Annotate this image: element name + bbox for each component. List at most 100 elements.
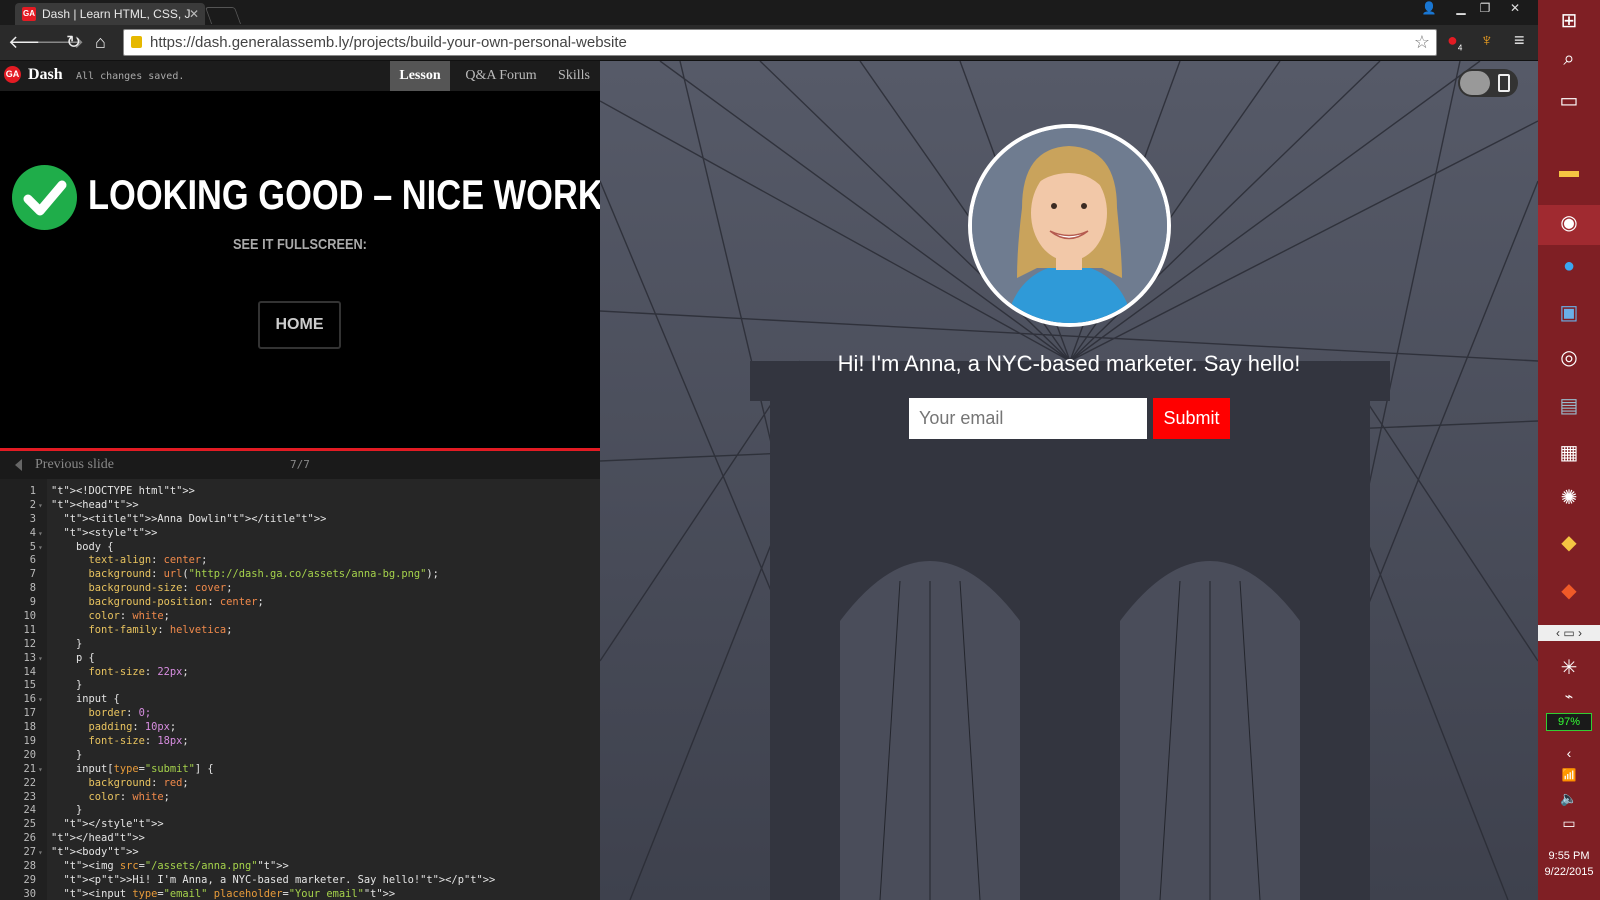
volume-icon[interactable]: 🔈: [1538, 790, 1600, 807]
restore-icon[interactable]: ❐: [1474, 0, 1496, 18]
greeting-text: Hi! I'm Anna, a NYC-based marketer. Say …: [837, 351, 1301, 376]
thunderbird-icon[interactable]: ●: [1538, 255, 1600, 278]
chrome-icon[interactable]: ◉: [1538, 205, 1600, 245]
extension-icon[interactable]: ♆: [1480, 30, 1494, 51]
tab-lesson[interactable]: Lesson: [390, 61, 450, 91]
windows-start-icon[interactable]: ⊞: [1538, 8, 1600, 33]
fold-icon[interactable]: ▾: [38, 499, 43, 513]
screen: GA Dash | Learn HTML, CSS, J ✕ 👤 ▁ ❐ ✕ 🡐…: [0, 0, 1600, 900]
notification-icon[interactable]: ▭: [1538, 815, 1600, 832]
code-line[interactable]: 14 font-size: 22px;: [0, 666, 600, 680]
code-line[interactable]: 16 ▾ input {: [0, 693, 600, 707]
previous-arrow-icon[interactable]: [15, 459, 22, 471]
adblock-extension-icon[interactable]: ●4: [1447, 30, 1462, 53]
tab-qa-forum[interactable]: Q&A Forum: [455, 61, 547, 91]
code-text: }: [51, 679, 83, 692]
app-brand[interactable]: Dash: [28, 66, 63, 84]
fold-icon[interactable]: ▾: [38, 693, 43, 707]
home-button[interactable]: HOME: [258, 301, 341, 349]
ga-logo[interactable]: GA: [4, 66, 21, 83]
code-text: "t"><head"t">>: [51, 498, 139, 511]
previous-slide-link[interactable]: Previous slide: [35, 457, 114, 473]
code-line[interactable]: 18 padding: 10px;: [0, 721, 600, 735]
chevron-left-icon[interactable]: ‹: [1538, 745, 1600, 761]
fold-icon[interactable]: ▾: [38, 541, 43, 555]
device-toggle[interactable]: [1458, 69, 1518, 97]
code-line[interactable]: 4 ▾ "t"><style"t">>: [0, 527, 600, 541]
desktop-toggle-knob[interactable]: [1460, 71, 1490, 95]
code-line[interactable]: 12 }: [0, 638, 600, 652]
fold-icon[interactable]: ▾: [38, 763, 43, 777]
task-view-icon[interactable]: ▭: [1538, 88, 1600, 113]
line-number: 30: [23, 887, 36, 900]
scroll-arrows[interactable]: ‹ ▭ ›: [1538, 625, 1600, 641]
bookmark-star-icon[interactable]: ☆: [1414, 30, 1430, 55]
windows-taskbar: ⊞ ⌕ ▭ ▬ ◉ ● ▣ ◎ ▤ ▦ ✺ ◆ ◆ ‹ ▭ › ✳ ⌁ 97% …: [1538, 0, 1600, 900]
code-editor[interactable]: 1 "t"><!DOCTYPE html"t">> 2 ▾ "t"><head"t">>…: [0, 479, 600, 900]
fold-icon[interactable]: ▾: [38, 652, 43, 666]
code-line[interactable]: 9 background-position: center;: [0, 596, 600, 610]
submit-button[interactable]: Submit: [1153, 398, 1230, 439]
browser-tab[interactable]: GA Dash | Learn HTML, CSS, J ✕: [15, 3, 205, 25]
fold-icon[interactable]: ▾: [38, 846, 43, 860]
code-line[interactable]: 10 color: white;: [0, 610, 600, 624]
code-line[interactable]: 8 background-size: cover;: [0, 582, 600, 596]
close-tab-icon[interactable]: ✕: [189, 3, 199, 25]
code-line[interactable]: 11 font-family: helvetica;: [0, 624, 600, 638]
code-text: text-align: center;: [88, 554, 208, 567]
line-number: 24: [23, 804, 36, 817]
code-line[interactable]: 28 "t"><img src="/assets/anna.png""t">>: [0, 860, 600, 874]
code-line[interactable]: 2 ▾ "t"><head"t">>: [0, 499, 600, 513]
code-line[interactable]: 23 color: white;: [0, 791, 600, 805]
reload-icon[interactable]: ↻: [66, 31, 81, 53]
search-icon[interactable]: ⌕: [1538, 48, 1600, 71]
app-icon[interactable]: ▣: [1538, 300, 1600, 325]
code-line[interactable]: 5 ▾ body {: [0, 541, 600, 555]
address-bar[interactable]: https://dash.generalassemb.ly/projects/b…: [123, 29, 1437, 56]
app-3-icon[interactable]: ✳: [1538, 655, 1600, 680]
email-input[interactable]: [909, 398, 1147, 439]
system-clock[interactable]: 9:55 PM 9/22/2015: [1538, 848, 1600, 880]
clock-time: 9:55 PM: [1548, 850, 1590, 862]
success-panel: LOOKING GOOD – NICE WORK! SEE IT FULLSCR…: [0, 91, 614, 449]
code-text: "t"><body"t">>: [51, 846, 139, 859]
code-line[interactable]: 15 }: [0, 679, 600, 693]
folder-icon[interactable]: ◆: [1538, 530, 1600, 555]
fold-icon[interactable]: ▾: [38, 527, 43, 541]
code-line[interactable]: 25 "t"></style"t">>: [0, 818, 600, 832]
code-line[interactable]: 24 }: [0, 804, 600, 818]
code-line[interactable]: 20 }: [0, 749, 600, 763]
battery-indicator[interactable]: 97%: [1546, 713, 1592, 731]
close-window-icon[interactable]: ✕: [1500, 0, 1530, 18]
code-line[interactable]: 7 background: url("http://dash.ga.co/ass…: [0, 568, 600, 582]
user-icon[interactable]: 👤: [1418, 0, 1440, 18]
tab-skills[interactable]: Skills: [552, 61, 596, 91]
code-line[interactable]: 19 font-size: 18px;: [0, 735, 600, 749]
code-line[interactable]: 26 "t"></head"t">>: [0, 832, 600, 846]
app-2-icon[interactable]: ◎: [1538, 345, 1600, 370]
wifi-icon[interactable]: 📶: [1538, 768, 1600, 782]
code-line[interactable]: 29 "t"><p"t">>Hi! I'm Anna, a NYC-based …: [0, 874, 600, 888]
code-line[interactable]: 30 "t"><input type="email" placeholder="…: [0, 888, 600, 900]
code-line[interactable]: 21 ▾ input[type="submit"] {: [0, 763, 600, 777]
new-tab-button[interactable]: [204, 7, 242, 24]
file-explorer-icon[interactable]: ▬: [1538, 160, 1600, 183]
code-line[interactable]: 6 text-align: center;: [0, 554, 600, 568]
code-text: "t"><img src="/assets/anna.png""t">>: [63, 860, 289, 873]
code-line[interactable]: 1 "t"><!DOCTYPE html"t">>: [0, 485, 600, 499]
code-line[interactable]: 13 ▾ p {: [0, 652, 600, 666]
git-icon[interactable]: ◆: [1538, 578, 1600, 603]
code-line[interactable]: 22 background: red;: [0, 777, 600, 791]
minimize-icon[interactable]: ▁: [1450, 0, 1472, 18]
mobile-icon[interactable]: [1498, 74, 1510, 92]
code-line[interactable]: 3 "t"><title"t">>Anna Dowlin"t"></title"…: [0, 513, 600, 527]
calendar-icon[interactable]: ▦: [1538, 440, 1600, 465]
kindle-icon[interactable]: ▤: [1538, 393, 1600, 418]
menu-icon[interactable]: ≡: [1514, 30, 1525, 51]
home-icon[interactable]: ⌂: [95, 31, 106, 53]
network-app-icon[interactable]: ✺: [1538, 485, 1600, 510]
code-line[interactable]: 27 ▾ "t"><body"t">>: [0, 846, 600, 860]
code-line[interactable]: 17 border: 0;: [0, 707, 600, 721]
ga-favicon-icon: GA: [22, 7, 36, 21]
line-number: 17: [23, 707, 36, 720]
